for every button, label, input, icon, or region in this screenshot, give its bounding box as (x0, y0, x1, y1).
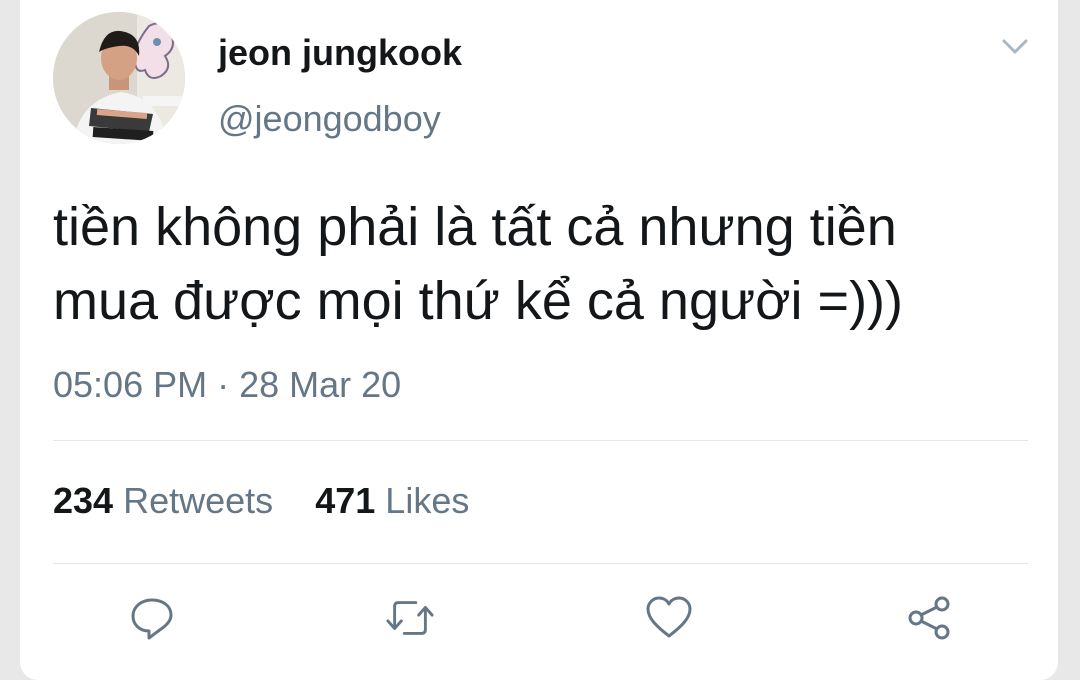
user-handle[interactable]: @jeongodboy (218, 98, 441, 140)
divider (53, 440, 1028, 441)
display-name[interactable]: jeon jungkook (218, 32, 462, 74)
retweets-count: 234 (53, 480, 114, 521)
chevron-down-icon[interactable] (1000, 36, 1030, 58)
share-button[interactable] (904, 593, 954, 643)
tweet-timestamp[interactable]: 05:06 PM · 28 Mar 20 (53, 364, 401, 406)
likes-label: Likes (385, 480, 470, 521)
likes-count: 471 (315, 480, 376, 521)
reply-icon (131, 598, 173, 640)
reply-button[interactable] (127, 593, 177, 643)
tweet-text-line-2: mua được mọi thứ kể cả người =))) (53, 271, 904, 331)
retweet-button[interactable] (385, 593, 435, 643)
likes-stat[interactable]: 471 Likes (315, 480, 469, 521)
divider (53, 563, 1028, 564)
share-icon (908, 596, 950, 640)
avatar-photo (53, 12, 185, 144)
retweets-stat[interactable]: 234 Retweets (53, 480, 273, 521)
tweet-text: tiền không phải là tất cả nhưng tiền mua… (53, 190, 1043, 338)
retweet-icon (386, 601, 434, 635)
engagement-stats: 234 Retweets 471 Likes (53, 480, 469, 522)
tweet-text-line-1: tiền không phải là tất cả nhưng tiền (53, 197, 897, 257)
like-button[interactable] (644, 593, 694, 643)
heart-icon (646, 596, 692, 638)
avatar[interactable] (53, 12, 185, 144)
retweets-label: Retweets (123, 480, 274, 521)
